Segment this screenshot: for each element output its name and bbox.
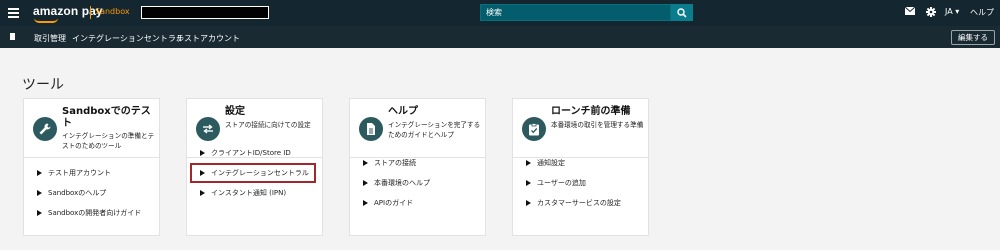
- search-icon: [677, 7, 687, 18]
- card-header: ローンチ前の準備 本番環境の取引を管理する準備: [513, 99, 648, 158]
- logo-smile: [34, 18, 58, 23]
- sandbox-label: Sandbox: [95, 7, 130, 16]
- card-title: ローンチ前の準備: [551, 106, 631, 117]
- link-customer-service-settings[interactable]: カスタマーサービスの設定: [526, 198, 621, 208]
- arrow-right-icon: [200, 149, 205, 156]
- arrow-right-icon: [526, 159, 531, 166]
- link-sandbox-help[interactable]: Sandboxのヘルプ: [37, 188, 106, 198]
- link-store-connection[interactable]: ストアの接続: [363, 158, 416, 168]
- search-field[interactable]: [480, 4, 671, 21]
- checklist-icon: [522, 117, 546, 141]
- arrow-right-icon: [37, 189, 42, 196]
- page-title: ツール: [22, 77, 64, 93]
- language-selector[interactable]: JA ▾: [945, 7, 959, 16]
- link-api-guide[interactable]: APIのガイド: [363, 198, 413, 208]
- amazon-pay-logo[interactable]: amazon pay: [33, 4, 103, 18]
- highlight-box: [190, 163, 316, 183]
- card-description: インテグレーションの準備とテストのためのツール: [62, 132, 155, 150]
- arrows-icon: [196, 117, 220, 141]
- logo-divider: [90, 6, 91, 19]
- arrow-right-icon: [526, 179, 531, 186]
- document-icon: [359, 117, 383, 141]
- link-production-help[interactable]: 本番環境のヘルプ: [363, 178, 430, 188]
- nav-bar: 取引管理 インテグレーションセントラル テストアカウント 編集する: [0, 26, 1000, 48]
- nav-item-integration-central[interactable]: インテグレーションセントラル: [72, 33, 184, 44]
- bookmark-icon[interactable]: [10, 33, 15, 40]
- menu-icon[interactable]: [8, 8, 19, 18]
- card-pre-launch: ローンチ前の準備 本番環境の取引を管理する準備 通知設定 ユーザーの追加 カスタ…: [512, 98, 649, 236]
- search-button[interactable]: [671, 4, 693, 21]
- link-sandbox-dev-guide[interactable]: Sandboxの開発者向けガイド: [37, 208, 141, 218]
- redacted-account-name: [141, 6, 269, 19]
- card-title: ヘルプ: [388, 106, 418, 117]
- link-notification-settings[interactable]: 通知設定: [526, 158, 565, 168]
- edit-button[interactable]: 編集する: [951, 30, 995, 45]
- card-description: インテグレーションを完了するためのガイドとヘルプ: [388, 121, 481, 139]
- arrow-right-icon: [363, 159, 368, 166]
- card-title: Sandboxでのテスト: [62, 106, 151, 129]
- link-add-user[interactable]: ユーザーの追加: [526, 178, 586, 188]
- link-instant-notification[interactable]: インスタント通知 (IPN): [200, 188, 286, 198]
- card-header: ヘルプ インテグレーションを完了するためのガイドとヘルプ: [350, 99, 485, 158]
- card-header: Sandboxでのテスト インテグレーションの準備とテストのためのツール: [24, 99, 159, 158]
- arrow-right-icon: [37, 169, 42, 176]
- nav-item-transactions[interactable]: 取引管理: [34, 33, 66, 44]
- arrow-right-icon: [363, 199, 368, 206]
- wrench-icon: [33, 117, 57, 141]
- arrow-right-icon: [37, 209, 42, 216]
- gear-icon[interactable]: [926, 7, 936, 17]
- card-sandbox-testing: Sandboxでのテスト インテグレーションの準備とテストのためのツール テスト…: [23, 98, 160, 236]
- search-input[interactable]: [481, 5, 670, 20]
- card-title: 設定: [225, 106, 245, 117]
- arrow-right-icon: [526, 199, 531, 206]
- mail-icon[interactable]: [905, 7, 915, 15]
- card-description: ストアの接続に向けての設定: [225, 121, 311, 129]
- card-help: ヘルプ インテグレーションを完了するためのガイドとヘルプ ストアの接続 本番環境…: [349, 98, 486, 236]
- arrow-right-icon: [200, 189, 205, 196]
- help-link[interactable]: ヘルプ: [970, 7, 994, 18]
- nav-item-test-accounts[interactable]: テストアカウント: [176, 33, 240, 44]
- link-client-id[interactable]: クライアントID/Store ID: [200, 148, 291, 158]
- arrow-right-icon: [363, 179, 368, 186]
- top-bar: amazon pay Sandbox JA ▾ ヘルプ: [0, 0, 1000, 26]
- link-test-accounts[interactable]: テスト用アカウント: [37, 168, 111, 178]
- card-description: 本番環境の取引を管理する準備: [551, 121, 644, 129]
